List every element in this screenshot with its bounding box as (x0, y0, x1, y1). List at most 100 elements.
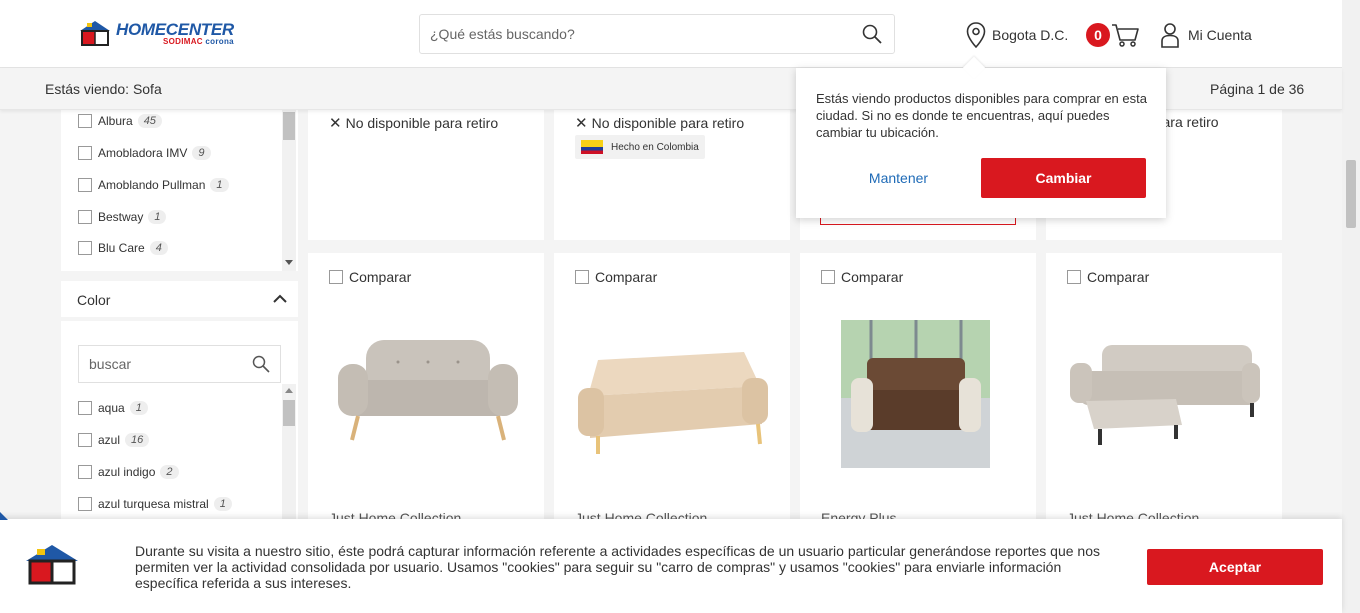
option-label: Albura (98, 114, 133, 128)
color-filter-option[interactable]: azul indigo 2 (78, 465, 179, 479)
option-label: azul (98, 433, 121, 447)
option-count: 1 (148, 210, 167, 224)
brand-filter-panel: Albura 45 Amobladora IMV 9 Amoblando Pul… (61, 110, 298, 271)
brand-list-scrollbar[interactable] (282, 110, 296, 271)
cart-count-badge: 0 (1086, 23, 1110, 47)
made-in-label: Hecho en Colombia (611, 141, 699, 153)
account-button[interactable]: Mi Cuenta (1160, 22, 1252, 48)
not-available-label: No disponible para retiro (591, 115, 745, 131)
color-filter-option[interactable]: azul 16 (78, 433, 150, 447)
compare-checkbox[interactable] (1067, 270, 1081, 284)
location-confirm-popup: Estás viendo productos disponibles para … (796, 56, 1166, 218)
house-logo-icon (26, 545, 78, 585)
product-card[interactable]: Comparar Energy Plus (800, 253, 1036, 526)
search-icon[interactable] (862, 24, 882, 44)
color-filter-option[interactable]: azul turquesa mistral 1 (78, 497, 232, 511)
product-image-sectional-sofa[interactable] (1066, 341, 1262, 461)
checkbox[interactable] (78, 114, 92, 128)
option-label: azul turquesa mistral (98, 497, 209, 511)
cart-button[interactable]: 0 (1086, 22, 1140, 48)
location-selector[interactable]: Bogota D.C. (966, 22, 1068, 48)
checkbox[interactable] (78, 178, 92, 192)
keep-location-button[interactable]: Mantener (836, 158, 961, 198)
account-label: Mi Cuenta (1188, 27, 1252, 43)
change-location-button[interactable]: Cambiar (981, 158, 1146, 198)
made-in-colombia-badge: Hecho en Colombia (575, 135, 705, 159)
option-count: 16 (125, 433, 150, 447)
logo-text: HOMECENTER (116, 19, 234, 39)
color-search-box (78, 345, 281, 383)
color-filter-option[interactable]: aqua 1 (78, 401, 148, 415)
option-count: 1 (210, 178, 229, 192)
option-count: 2 (160, 465, 179, 479)
page-indicator: Página 1 de 36 (1210, 81, 1305, 97)
brand-filter-option[interactable]: Amobladora IMV 9 (78, 146, 211, 160)
color-filter-title: Color (77, 292, 111, 308)
compare-toggle[interactable]: Comparar (821, 269, 903, 285)
close-icon: ✕ (329, 115, 342, 132)
location-label: Bogota D.C. (992, 27, 1069, 43)
option-label: Amobladora IMV (98, 146, 188, 160)
checkbox[interactable] (78, 433, 92, 447)
page-scrollbar-thumb[interactable] (1346, 160, 1356, 228)
brand-filter-option[interactable]: Albura 45 (78, 114, 162, 128)
compare-label: Comparar (349, 269, 412, 285)
availability-note: ✕ No disponible para retiro (329, 114, 498, 132)
compare-toggle[interactable]: Comparar (329, 269, 411, 285)
checkbox[interactable] (78, 401, 92, 415)
search-input[interactable] (420, 15, 840, 53)
search-box (419, 14, 895, 54)
viewing-label: Estás viendo: Sofa (45, 81, 162, 97)
close-icon: ✕ (575, 115, 588, 132)
checkbox[interactable] (78, 210, 92, 224)
compare-toggle[interactable]: Comparar (575, 269, 657, 285)
color-filter-toggle[interactable]: Color (61, 281, 298, 317)
cookie-banner: Durante su visita a nuestro sitio, éste … (0, 519, 1342, 613)
product-card[interactable]: Comparar Just Home Collection (308, 253, 544, 526)
compare-label: Comparar (841, 269, 904, 285)
option-label: Blu Care (98, 241, 145, 255)
popup-message: Estás viendo productos disponibles para … (816, 91, 1147, 140)
house-logo-icon (80, 21, 110, 46)
color-search-input[interactable] (79, 346, 249, 382)
product-card[interactable]: Comparar Just Home Collection (554, 253, 790, 526)
page-scrollbar[interactable] (1342, 0, 1360, 613)
availability-note: ✕ No disponible para retiro (575, 114, 744, 132)
compare-checkbox[interactable] (575, 270, 589, 284)
site-header: HOMECENTER SODIMAC corona Bogota D.C. 0 … (0, 0, 1342, 68)
location-pin-icon (966, 22, 986, 48)
compare-checkbox[interactable] (329, 270, 343, 284)
product-image-beige-sofa[interactable] (572, 338, 772, 458)
logo-sub-sodimac: SODIMAC (163, 36, 203, 46)
checkbox[interactable] (78, 497, 92, 511)
scrollbar-thumb[interactable] (283, 112, 295, 140)
product-image-sofa-cover[interactable] (841, 320, 990, 468)
product-card[interactable]: Comparar Just Home Collection (1046, 253, 1282, 526)
cart-icon (1112, 24, 1139, 47)
product-card[interactable]: ✕ No disponible para retiro Hecho en Colo… (554, 110, 790, 240)
product-image-grey-loveseat[interactable] (328, 328, 528, 448)
option-count: 1 (129, 401, 148, 415)
brand-filter-option[interactable]: Blu Care 4 (78, 241, 168, 255)
scrollbar-thumb[interactable] (283, 400, 295, 426)
brand-filter-option[interactable]: Amoblando Pullman 1 (78, 178, 229, 192)
scroll-down-arrow[interactable] (285, 260, 293, 265)
color-list-scrollbar[interactable] (282, 384, 296, 519)
compare-toggle[interactable]: Comparar (1067, 269, 1149, 285)
colombia-flag-icon (581, 140, 603, 154)
checkbox[interactable] (78, 465, 92, 479)
scroll-up-arrow[interactable] (285, 388, 293, 393)
product-card[interactable]: ✕ No disponible para retiro (308, 110, 544, 240)
option-label: Amoblando Pullman (98, 178, 206, 192)
logo-sub-corona: corona (205, 36, 234, 46)
brand-filter-option[interactable]: Bestway 1 (78, 210, 167, 224)
compare-label: Comparar (595, 269, 658, 285)
checkbox[interactable] (78, 146, 92, 160)
search-icon[interactable] (252, 355, 270, 373)
compare-checkbox[interactable] (821, 270, 835, 284)
accept-cookies-button[interactable]: Aceptar (1147, 549, 1323, 585)
color-filter-panel: aqua 1 azul 16 azul indigo 2 azul turque… (61, 321, 298, 519)
homecenter-logo[interactable]: HOMECENTER SODIMAC corona (78, 19, 234, 47)
user-icon (1161, 23, 1179, 48)
checkbox[interactable] (78, 241, 92, 255)
